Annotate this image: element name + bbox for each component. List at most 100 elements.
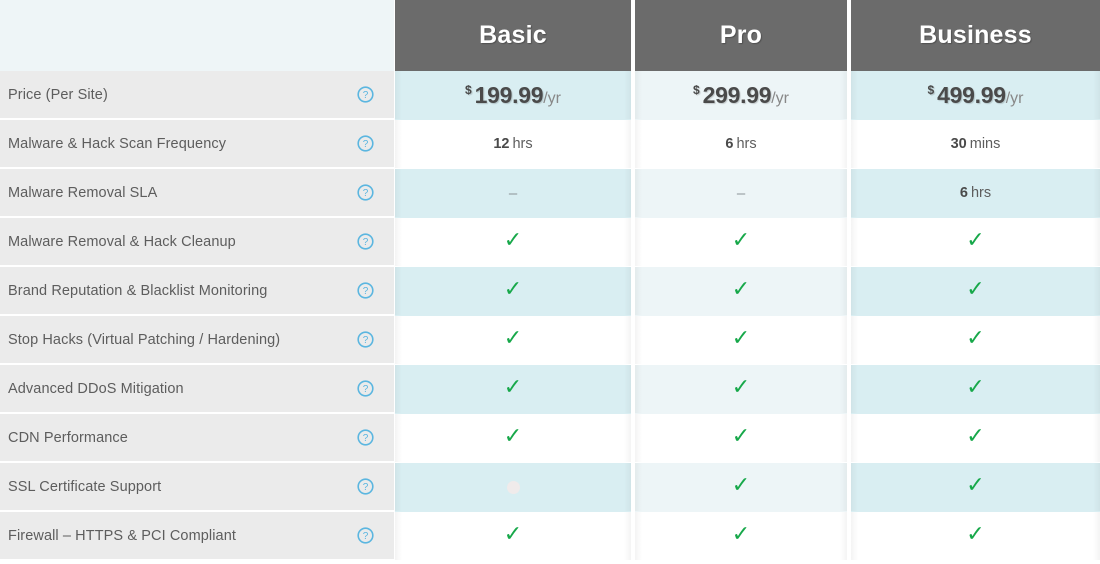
- value-cell-business: ✓: [851, 316, 1100, 365]
- help-circle-icon[interactable]: ?: [350, 478, 380, 495]
- value-cell-pro: ✓: [635, 414, 847, 463]
- check-icon: ✓: [966, 326, 985, 351]
- value-cell-business: ✓: [851, 267, 1100, 316]
- svg-text:?: ?: [362, 384, 368, 395]
- help-circle-icon[interactable]: ?: [350, 282, 380, 299]
- duration-number: 6: [725, 136, 734, 152]
- plan-header-pro[interactable]: Pro: [635, 0, 847, 71]
- value-cell-basic: ✓: [395, 316, 631, 365]
- feature-label: Malware Removal SLA: [8, 184, 158, 201]
- duration-value: 6 hrs: [960, 185, 991, 201]
- feature-label: Stop Hacks (Virtual Patching / Hardening…: [8, 331, 281, 348]
- price-period: /yr: [771, 89, 790, 107]
- price-value: $299.99/yr: [693, 82, 789, 109]
- svg-text:?: ?: [362, 335, 368, 346]
- value-cell-pro: ✓: [635, 316, 847, 365]
- value-cell-pro: –: [635, 169, 847, 218]
- feature-row-label-cell: Malware Removal SLA?: [0, 169, 395, 218]
- svg-text:?: ?: [362, 433, 368, 444]
- help-circle-icon[interactable]: ?: [350, 429, 380, 446]
- help-circle-icon[interactable]: ?: [350, 380, 380, 397]
- help-circle-icon[interactable]: ?: [350, 86, 380, 103]
- feature-row-label-cell: Malware & Hack Scan Frequency?: [0, 120, 395, 169]
- check-icon: ✓: [731, 424, 751, 449]
- check-icon: ✓: [731, 522, 751, 547]
- plan-header-basic[interactable]: Basic: [395, 0, 631, 71]
- value-cell-pro: $299.99/yr: [635, 71, 847, 120]
- svg-text:?: ?: [362, 90, 368, 101]
- check-icon: ✓: [731, 277, 751, 302]
- price-value: $199.99/yr: [465, 82, 561, 109]
- feature-label: Advanced DDoS Mitigation: [8, 380, 184, 397]
- check-icon: ✓: [503, 228, 523, 253]
- check-icon: ✓: [731, 228, 751, 253]
- duration-value: 12 hrs: [493, 136, 532, 152]
- price-amount: 499.99: [937, 81, 1006, 108]
- value-cell-business: ✓: [851, 512, 1100, 561]
- price-value: $499.99/yr: [927, 82, 1023, 109]
- feature-row-label-cell: Advanced DDoS Mitigation?: [0, 365, 395, 414]
- check-icon: ✓: [731, 375, 751, 400]
- feature-row-label-cell: Brand Reputation & Blacklist Monitoring?: [0, 267, 395, 316]
- value-cell-business: ✓: [851, 365, 1100, 414]
- feature-label: Firewall – HTTPS & PCI Compliant: [8, 527, 237, 544]
- check-icon: ✓: [966, 228, 985, 253]
- plan-header-business[interactable]: Business: [851, 0, 1100, 71]
- help-circle-icon[interactable]: ?: [350, 233, 380, 250]
- value-cell-basic: 12 hrs: [395, 120, 631, 169]
- help-circle-icon[interactable]: ?: [350, 184, 380, 201]
- check-icon: ✓: [966, 424, 985, 449]
- duration-unit: hrs: [736, 136, 757, 152]
- value-cell-basic: ✓: [395, 365, 631, 414]
- value-cell-pro: ✓: [635, 463, 847, 512]
- currency-symbol: $: [927, 82, 935, 97]
- faded-mark-icon: [506, 480, 520, 494]
- value-cell-basic: $199.99/yr: [395, 71, 631, 120]
- value-cell-pro: 6 hrs: [635, 120, 847, 169]
- value-cell-pro: ✓: [635, 267, 847, 316]
- currency-symbol: $: [464, 82, 472, 97]
- help-circle-icon[interactable]: ?: [350, 135, 380, 152]
- help-circle-icon[interactable]: ?: [350, 527, 380, 544]
- value-cell-business: ✓: [851, 218, 1100, 267]
- duration-value: 30 mins: [951, 136, 1001, 152]
- price-period: /yr: [1005, 89, 1024, 107]
- value-cell-basic: ✓: [395, 218, 631, 267]
- feature-label: CDN Performance: [8, 429, 128, 446]
- check-icon: ✓: [966, 375, 985, 400]
- feature-row-label-cell: Price (Per Site)?: [0, 71, 395, 120]
- check-icon: ✓: [503, 522, 523, 547]
- dash-icon: –: [508, 184, 518, 202]
- svg-text:?: ?: [362, 531, 368, 542]
- duration-unit: mins: [969, 136, 1001, 152]
- value-cell-business: 30 mins: [851, 120, 1100, 169]
- check-icon: ✓: [731, 473, 751, 498]
- value-cell-basic: [395, 463, 631, 512]
- value-cell-business: ✓: [851, 414, 1100, 463]
- value-cell-pro: ✓: [635, 365, 847, 414]
- duration-number: 30: [950, 136, 967, 152]
- check-icon: ✓: [731, 326, 751, 351]
- plan-name: Basic: [479, 21, 547, 49]
- duration-value: 6 hrs: [725, 136, 756, 152]
- price-amount: 299.99: [702, 81, 772, 108]
- check-icon: ✓: [966, 522, 985, 547]
- value-cell-basic: ✓: [395, 512, 631, 561]
- check-icon: ✓: [503, 326, 523, 351]
- help-circle-icon[interactable]: ?: [350, 331, 380, 348]
- check-icon: ✓: [966, 473, 985, 498]
- feature-label: Brand Reputation & Blacklist Monitoring: [8, 282, 268, 299]
- price-period: /yr: [543, 89, 562, 107]
- duration-number: 12: [493, 136, 510, 152]
- feature-row-label-cell: CDN Performance?: [0, 414, 395, 463]
- comparison-grid: Basic Pro Business Price (Per Site)? $199.99…: [0, 0, 1100, 561]
- feature-label: Malware & Hack Scan Frequency: [8, 135, 227, 152]
- feature-row-label-cell: Malware Removal & Hack Cleanup?: [0, 218, 395, 267]
- plan-name: Pro: [719, 21, 763, 49]
- svg-text:?: ?: [362, 482, 368, 493]
- feature-row-label-cell: Firewall – HTTPS & PCI Compliant?: [0, 512, 395, 561]
- table-corner-cell: [0, 0, 395, 71]
- value-cell-business: $499.99/yr: [851, 71, 1100, 120]
- svg-text:?: ?: [362, 188, 368, 199]
- currency-symbol: $: [692, 82, 700, 97]
